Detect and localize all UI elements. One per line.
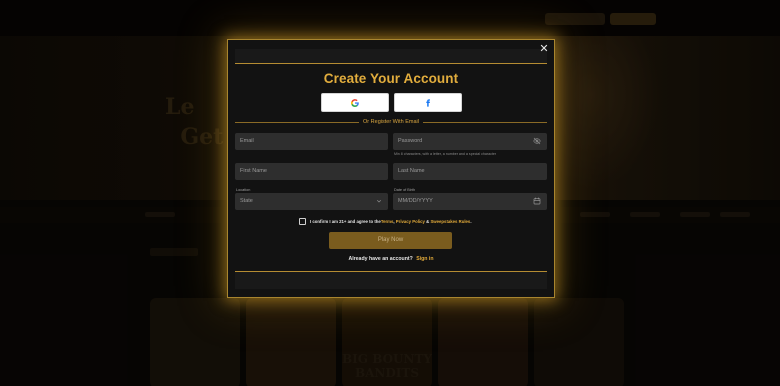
password-hint: Min 8 characters, with a letter, a numbe…: [394, 152, 497, 156]
location-label: Location: [236, 188, 251, 192]
state-placeholder: State: [240, 198, 253, 204]
dob-field[interactable]: MM/DD/YYYY: [393, 193, 547, 210]
eye-off-icon[interactable]: [533, 133, 541, 150]
sweepstakes-rules-link[interactable]: Sweepstakes Rules: [430, 219, 470, 224]
sign-in-link[interactable]: Sign in: [416, 256, 433, 262]
last-name-field[interactable]: Last Name: [393, 163, 547, 180]
last-name-placeholder: Last Name: [398, 168, 425, 174]
password-field[interactable]: Password: [393, 133, 547, 150]
password-placeholder: Password: [398, 138, 423, 144]
email-field[interactable]: Email: [235, 133, 388, 150]
google-icon: [351, 98, 359, 107]
modal-top-band: [235, 49, 547, 64]
age-terms-confirm: I confirm I am 21+ and agree to the Term…: [299, 217, 472, 225]
first-name-field[interactable]: First Name: [235, 163, 388, 180]
facebook-signin-button[interactable]: [394, 93, 462, 112]
close-icon[interactable]: ✕: [538, 43, 550, 55]
facebook-icon: [426, 98, 430, 107]
confirm-text: I confirm I am 21+ and agree to the: [310, 218, 381, 224]
privacy-policy-link[interactable]: Privacy Policy: [396, 219, 425, 224]
already-text: Already have an account?: [348, 256, 413, 262]
calendar-icon[interactable]: [533, 193, 541, 210]
play-now-button[interactable]: Play Now: [329, 232, 452, 249]
dob-label: Date of Birth: [394, 188, 416, 192]
or-register-divider: Or Register With Email: [235, 118, 547, 126]
first-name-placeholder: First Name: [240, 168, 267, 174]
state-select[interactable]: State: [235, 193, 388, 210]
email-placeholder: Email: [240, 138, 254, 144]
create-account-modal: ✕ Create Your Account Or Register With E…: [227, 39, 555, 298]
divider-text: Or Register With Email: [363, 119, 419, 125]
modal-title: Create Your Account: [323, 71, 459, 86]
google-signin-button[interactable]: [321, 93, 389, 112]
terms-link[interactable]: Terms: [381, 219, 394, 224]
modal-bottom-band: [235, 271, 547, 289]
chevron-down-icon: [376, 193, 382, 210]
age-terms-checkbox[interactable]: [299, 217, 306, 225]
already-have-account: Already have an account? Sign in: [228, 256, 554, 262]
dob-placeholder: MM/DD/YYYY: [398, 198, 433, 204]
